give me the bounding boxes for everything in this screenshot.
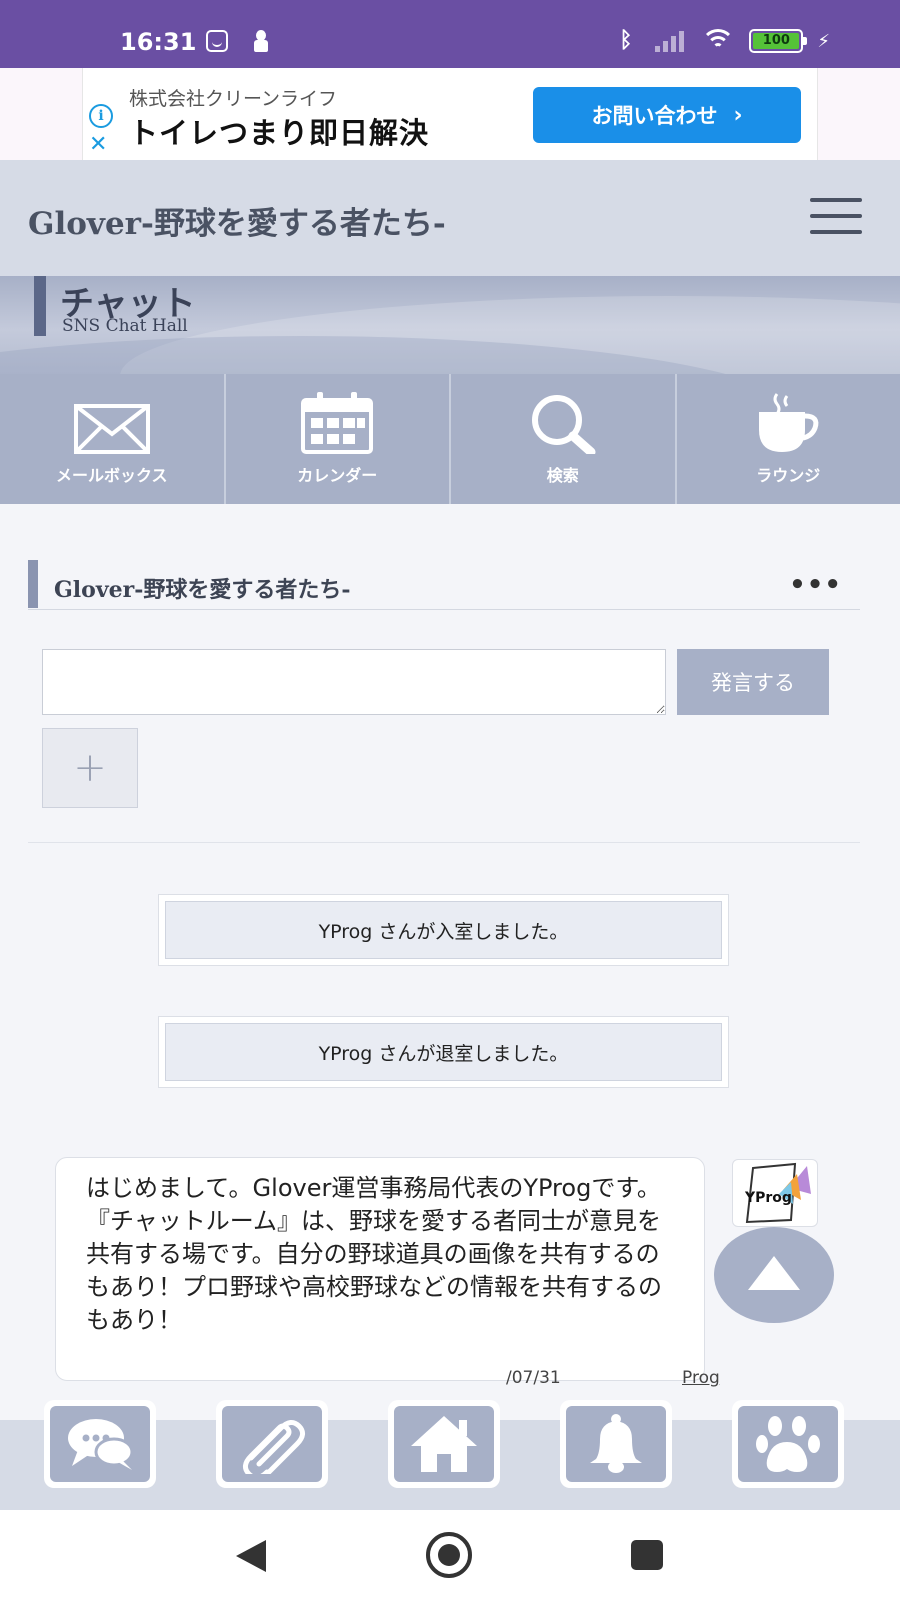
system-message: YProg さんが退室しました。 <box>158 1016 729 1088</box>
system-message-text: YProg さんが退室しました。 <box>165 1023 722 1081</box>
room-header-bar <box>28 560 38 608</box>
system-message: YProg さんが入室しました。 <box>158 894 729 966</box>
message-author-link[interactable]: Prog <box>682 1368 720 1388</box>
chat-message-bubble: はじめまして。Glover運営事務局代表のYProgです。『チャットルーム』は、… <box>55 1157 705 1381</box>
status-time: 16:31 <box>120 28 197 56</box>
post-button[interactable]: 発言する <box>677 649 829 715</box>
site-header: Glover-野球を愛する者たち- <box>0 160 900 276</box>
nav-tile-lounge[interactable]: ラウンジ <box>677 374 900 504</box>
paperclip-icon <box>243 1420 305 1474</box>
bottom-notifications-button[interactable] <box>560 1400 672 1488</box>
status-icons: ᛒ 100 ⚡ <box>619 28 830 54</box>
home-circle-icon[interactable] <box>426 1532 472 1578</box>
notification-pin-icon <box>254 30 268 54</box>
paw-icon <box>756 1416 820 1472</box>
battery-icon: 100 <box>749 29 808 53</box>
nav-tile-search[interactable]: 検索 <box>451 374 677 504</box>
chevron-right-icon: › <box>733 102 743 128</box>
bottom-attach-button[interactable] <box>216 1400 328 1488</box>
recent-apps-icon[interactable] <box>631 1540 663 1570</box>
ad-contact-label: お問い合わせ <box>591 104 718 128</box>
hamburger-menu-icon[interactable] <box>810 198 862 234</box>
ad-headline: トイレつまり即日解決 <box>129 116 430 150</box>
ad-box[interactable]: i ✕ 株式会社クリーンライフ トイレつまり即日解決 お問い合わせ › <box>82 68 818 160</box>
avatar[interactable]: YProg <box>732 1159 818 1227</box>
bottom-pet-button[interactable] <box>732 1400 844 1488</box>
nav-tile-label: ラウンジ <box>756 466 821 485</box>
calendar-icon <box>301 392 374 454</box>
scroll-to-top-button[interactable] <box>714 1227 834 1323</box>
nav-tiles: メールボックス カレンダー 検索 ラウンジ <box>0 374 900 504</box>
charging-icon: ⚡ <box>817 30 830 52</box>
chat-room: Glover-野球を愛する者たち- ••• 発言する + YProg さんが入室… <box>0 504 900 1420</box>
home-icon <box>411 1416 477 1472</box>
bottom-app-bar <box>0 1400 900 1510</box>
mail-icon <box>73 404 150 454</box>
search-icon <box>531 395 596 454</box>
more-options-icon[interactable]: ••• <box>789 570 842 600</box>
bluetooth-icon: ᛒ <box>619 28 633 53</box>
coffee-cup-icon <box>759 393 819 452</box>
wifi-icon <box>701 29 736 53</box>
message-input[interactable] <box>42 649 666 715</box>
back-icon[interactable] <box>236 1540 266 1572</box>
ad-banner: i ✕ 株式会社クリーンライフ トイレつまり即日解決 お問い合わせ › <box>0 68 900 160</box>
banner-accent-bar <box>34 276 46 336</box>
nav-tile-mailbox[interactable]: メールボックス <box>0 374 226 504</box>
ad-contact-button[interactable]: お問い合わせ › <box>533 87 801 143</box>
nav-tile-calendar[interactable]: カレンダー <box>226 374 451 504</box>
yprog-logo-icon: YProg <box>744 1162 811 1224</box>
status-bar: 16:31 ᛒ 100 ⚡ <box>0 0 900 68</box>
bottom-chat-button[interactable] <box>44 1400 156 1488</box>
room-title: Glover-野球を愛する者たち- <box>54 577 351 603</box>
plus-icon: + <box>73 745 107 791</box>
message-date: /07/31 <box>506 1368 561 1388</box>
room-header: Glover-野球を愛する者たち- ••• <box>28 560 860 610</box>
site-title[interactable]: Glover-野球を愛する者たち- <box>28 198 446 243</box>
nav-tile-label: カレンダー <box>297 466 378 485</box>
bell-icon <box>590 1414 642 1473</box>
battery-level: 100 <box>753 33 800 49</box>
divider <box>28 842 860 843</box>
notification-face-icon <box>206 30 228 52</box>
nav-tile-label: メールボックス <box>55 466 168 485</box>
system-message-text: YProg さんが入室しました。 <box>165 901 722 959</box>
bottom-home-button[interactable] <box>388 1400 500 1488</box>
nav-tile-label: 検索 <box>546 466 579 485</box>
signal-icon <box>655 30 687 52</box>
attach-button[interactable]: + <box>42 728 138 808</box>
page-banner: チャット SNS Chat Hall <box>0 276 900 374</box>
avatar-label: YProg <box>744 1190 792 1206</box>
android-nav-bar <box>0 1510 900 1600</box>
ad-close-icon[interactable]: ✕ <box>89 134 107 156</box>
page-subtitle: SNS Chat Hall <box>62 316 188 336</box>
chat-bubbles-icon <box>68 1419 134 1470</box>
ad-company: 株式会社クリーンライフ <box>129 88 338 110</box>
ad-info-icon[interactable]: i <box>89 104 113 128</box>
